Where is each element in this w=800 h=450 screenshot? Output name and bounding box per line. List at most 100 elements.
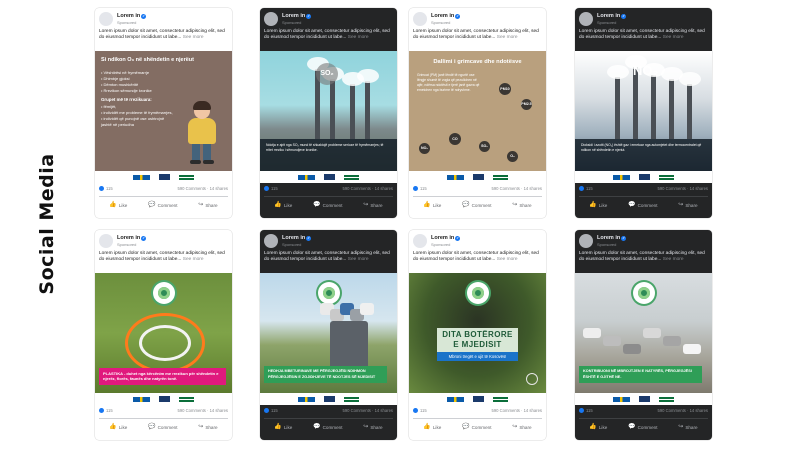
- like-count[interactable]: 115: [413, 408, 427, 413]
- page-name[interactable]: Lorem in ✓: [282, 235, 312, 242]
- post-media[interactable]: NO₂ Dioksidi i azotit (NO₂) është gaz i e…: [575, 51, 712, 171]
- verified-badge-icon: ✓: [621, 14, 627, 19]
- see-more-link[interactable]: See more: [183, 257, 204, 262]
- partner-logo-icon: [159, 174, 170, 180]
- comments-shares-count[interactable]: 590 Comments · 14 shares: [657, 408, 708, 413]
- post-media[interactable]: Si ndikon O₃ në shëndetin e njerëut • Vës…: [95, 51, 232, 171]
- share-button[interactable]: ↪ Share: [363, 202, 382, 210]
- share-button[interactable]: ↪ Share: [678, 424, 697, 432]
- comment-label: Comment: [637, 425, 658, 431]
- share-button[interactable]: ↪ Share: [198, 202, 217, 210]
- page-name[interactable]: Lorem in ✓: [282, 13, 312, 20]
- comments-shares-count[interactable]: 590 Comments · 14 shares: [491, 186, 542, 191]
- comment-button[interactable]: 💬 Comment: [313, 424, 342, 432]
- see-more-link[interactable]: See more: [348, 35, 369, 40]
- comments-shares-count[interactable]: 590 Comments · 14 shares: [342, 186, 393, 191]
- avatar[interactable]: [264, 12, 278, 26]
- share-button[interactable]: ↪ Share: [512, 202, 531, 210]
- see-more-link[interactable]: See more: [348, 257, 369, 262]
- like-button[interactable]: 👍 Like: [589, 202, 607, 210]
- like-count[interactable]: 115: [264, 186, 278, 191]
- post-media[interactable]: Dallimi i grimcave dhe ndotësve Grimcat (…: [409, 51, 546, 171]
- pollutant-label: NO₂: [633, 63, 659, 78]
- see-more-link[interactable]: See more: [497, 35, 518, 40]
- like-count[interactable]: 115: [264, 408, 278, 413]
- comment-button[interactable]: 💬 Comment: [148, 424, 177, 432]
- pollutant-chip: SO₂: [479, 141, 490, 152]
- sponsored-label: Sponsored: [431, 20, 451, 25]
- like-count[interactable]: 115: [579, 408, 593, 413]
- post-actions: 👍 Like 💬 Comment ↪ Share: [99, 200, 228, 212]
- like-count[interactable]: 115: [99, 408, 113, 413]
- like-button[interactable]: 👍 Like: [423, 424, 441, 432]
- sweden-logo-icon: [133, 396, 150, 402]
- trash-pile: [663, 336, 681, 346]
- ambk-logo-icon: [493, 396, 508, 402]
- pollutant-chip: CO: [449, 133, 461, 145]
- share-button[interactable]: ↪ Share: [678, 202, 697, 210]
- like-button[interactable]: 👍 Like: [274, 202, 292, 210]
- comment-button[interactable]: 💬 Comment: [462, 424, 491, 432]
- like-button[interactable]: 👍 Like: [109, 424, 127, 432]
- share-icon: ↪: [512, 424, 518, 431]
- comment-button[interactable]: 💬 Comment: [313, 202, 342, 210]
- comment-button[interactable]: 💬 Comment: [148, 202, 177, 210]
- comments-shares-count[interactable]: 590 Comments · 14 shares: [342, 408, 393, 413]
- comment-button[interactable]: 💬 Comment: [628, 424, 657, 432]
- share-label: Share: [685, 425, 698, 431]
- sweden-logo-icon: [133, 174, 150, 180]
- like-button[interactable]: 👍 Like: [423, 202, 441, 210]
- sponsor-logos: [409, 171, 546, 183]
- like-count[interactable]: 115: [579, 186, 593, 191]
- comment-button[interactable]: 💬 Comment: [462, 202, 491, 210]
- avatar[interactable]: [579, 234, 593, 248]
- page-name[interactable]: Lorem in ✓: [597, 235, 627, 242]
- see-more-link[interactable]: See more: [663, 257, 684, 262]
- post-media[interactable]: HEDHJA MBETURINAVE ME PËRGJEGJËSI NDIHMO…: [260, 273, 397, 393]
- engagement-stats: 115 590 Comments · 14 shares: [579, 185, 708, 193]
- like-count[interactable]: 115: [413, 186, 427, 191]
- post-media[interactable]: PLASTIKA - duhet nga kërcënim me rreziku…: [95, 273, 232, 393]
- comments-shares-count[interactable]: 590 Comments · 14 shares: [657, 186, 708, 191]
- plastic-ring: [139, 325, 191, 361]
- avatar[interactable]: [413, 234, 427, 248]
- post-media[interactable]: DITA BOTËRORE E MJEDISIT Mbroni tregët e u…: [409, 273, 546, 393]
- comments-shares-count[interactable]: 590 Comments · 14 shares: [491, 408, 542, 413]
- share-button[interactable]: ↪ Share: [363, 424, 382, 432]
- share-button[interactable]: ↪ Share: [198, 424, 217, 432]
- page-name[interactable]: Lorem in ✓: [597, 13, 627, 20]
- comments-shares-count[interactable]: 590 Comments · 14 shares: [177, 186, 228, 191]
- see-more-link[interactable]: See more: [497, 257, 518, 262]
- like-button[interactable]: 👍 Like: [274, 424, 292, 432]
- like-button[interactable]: 👍 Like: [109, 202, 127, 210]
- see-more-link[interactable]: See more: [663, 35, 684, 40]
- smoke-cloud: [679, 72, 701, 86]
- page-name[interactable]: Lorem in ✓: [117, 235, 147, 242]
- comment-button[interactable]: 💬 Comment: [628, 202, 657, 210]
- comment-label: Comment: [322, 425, 343, 431]
- share-button[interactable]: ↪ Share: [512, 424, 531, 432]
- like-button[interactable]: 👍 Like: [589, 424, 607, 432]
- avatar[interactable]: [413, 12, 427, 26]
- comments-shares-count[interactable]: 590 Comments · 14 shares: [177, 408, 228, 413]
- post-actions: 👍 Like 💬 Comment ↪ Share: [413, 200, 542, 212]
- post-media[interactable]: KONTRIBUONI NË MBROJTJEN E NATYRËS, PËRG…: [575, 273, 712, 393]
- eco-badge-icon: [466, 282, 489, 304]
- avatar[interactable]: [99, 234, 113, 248]
- like-label: Like: [283, 203, 293, 209]
- like-count[interactable]: 115: [99, 186, 113, 191]
- post-media[interactable]: SO₂ Ndotja e ajrit nga SO₂ mund të shkakt…: [260, 51, 397, 171]
- divider: [99, 196, 228, 197]
- see-more-link[interactable]: See more: [183, 35, 204, 40]
- avatar[interactable]: [264, 234, 278, 248]
- smokestack: [365, 81, 370, 139]
- avatar[interactable]: [579, 12, 593, 26]
- divider: [264, 196, 393, 197]
- page-name[interactable]: Lorem in ✓: [431, 235, 461, 242]
- comment-icon: 💬: [628, 424, 636, 431]
- engagement-stats: 115 590 Comments · 14 shares: [413, 185, 542, 193]
- page-name[interactable]: Lorem in ✓: [431, 13, 461, 20]
- avatar[interactable]: [99, 12, 113, 26]
- page-name[interactable]: Lorem in ✓: [117, 13, 147, 20]
- post-header: Lorem in ✓ Sponsored: [579, 233, 708, 249]
